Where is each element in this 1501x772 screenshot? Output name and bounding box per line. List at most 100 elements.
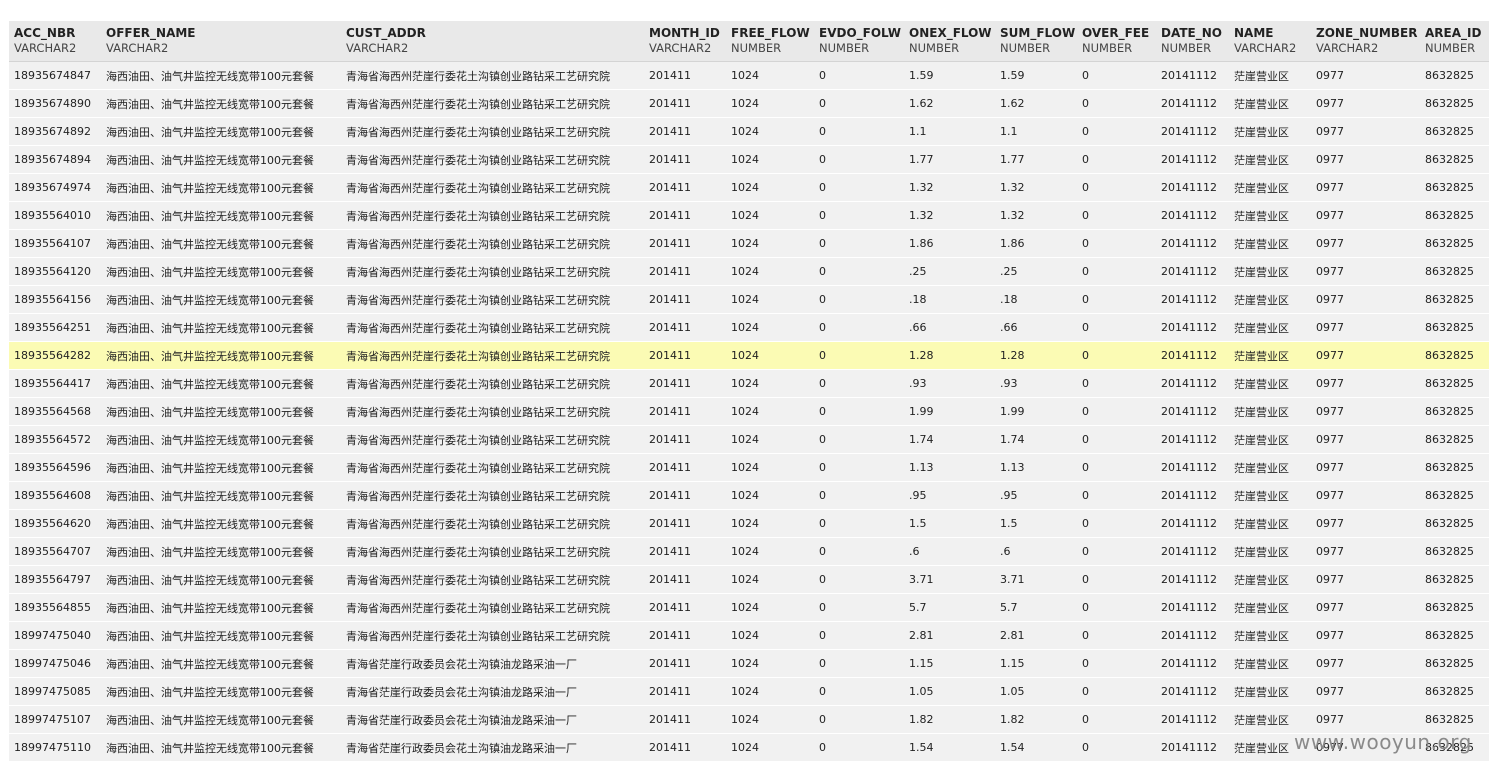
cell-evdo-folw[interactable]: 0 xyxy=(814,369,904,398)
cell-evdo-folw[interactable]: 0 xyxy=(814,229,904,258)
cell-free-flow[interactable]: 1024 xyxy=(726,285,814,314)
cell-cust-addr[interactable]: 青海省海西州茫崖行委花土沟镇创业路钻采工艺研究院 xyxy=(341,509,644,538)
cell-free-flow[interactable]: 1024 xyxy=(726,705,814,734)
cell-zone-number[interactable]: 0977 xyxy=(1311,229,1420,258)
cell-name[interactable]: 茫崖营业区 xyxy=(1229,481,1311,510)
cell-free-flow[interactable]: 1024 xyxy=(726,201,814,230)
cell-area-id[interactable]: 8632825 xyxy=(1420,117,1489,146)
cell-zone-number[interactable]: 0977 xyxy=(1311,173,1420,202)
cell-month-id[interactable]: 201411 xyxy=(644,201,726,230)
cell-name[interactable]: 茫崖营业区 xyxy=(1229,173,1311,202)
cell-offer-name[interactable]: 海西油田、油气井监控无线宽带100元套餐 xyxy=(101,509,341,538)
cell-sum-flow[interactable]: .6 xyxy=(995,537,1077,566)
cell-cust-addr[interactable]: 青海省海西州茫崖行委花土沟镇创业路钻采工艺研究院 xyxy=(341,425,644,454)
cell-area-id[interactable]: 8632825 xyxy=(1420,257,1489,286)
table-row[interactable]: 18935564797 海西油田、油气井监控无线宽带100元套餐 青海省海西州茫崖行… xyxy=(9,565,1489,594)
column-header-zone-number[interactable]: ZONE_NUMBER VARCHAR2 xyxy=(1311,21,1420,62)
cell-area-id[interactable]: 8632825 xyxy=(1420,201,1489,230)
cell-sum-flow[interactable]: 1.32 xyxy=(995,201,1077,230)
column-header-sum-flow[interactable]: SUM_FLOW NUMBER xyxy=(995,21,1077,62)
cell-sum-flow[interactable]: 1.82 xyxy=(995,705,1077,734)
cell-area-id[interactable]: 8632825 xyxy=(1420,145,1489,174)
cell-cust-addr[interactable]: 青海省海西州茫崖行委花土沟镇创业路钻采工艺研究院 xyxy=(341,173,644,202)
cell-area-id[interactable]: 8632825 xyxy=(1420,313,1489,342)
cell-zone-number[interactable]: 0977 xyxy=(1311,285,1420,314)
cell-free-flow[interactable]: 1024 xyxy=(726,313,814,342)
cell-area-id[interactable]: 8632825 xyxy=(1420,341,1489,370)
cell-cust-addr[interactable]: 青海省海西州茫崖行委花土沟镇创业路钻采工艺研究院 xyxy=(341,369,644,398)
cell-date-no[interactable]: 20141112 xyxy=(1156,61,1229,90)
cell-free-flow[interactable]: 1024 xyxy=(726,537,814,566)
cell-evdo-folw[interactable]: 0 xyxy=(814,61,904,90)
cell-offer-name[interactable]: 海西油田、油气井监控无线宽带100元套餐 xyxy=(101,285,341,314)
cell-zone-number[interactable]: 0977 xyxy=(1311,453,1420,482)
cell-acc-nbr[interactable]: 18935564572 xyxy=(9,425,101,454)
cell-evdo-folw[interactable]: 0 xyxy=(814,621,904,650)
cell-cust-addr[interactable]: 青海省茫崖行政委员会花土沟镇油龙路采油一厂 xyxy=(341,649,644,678)
cell-free-flow[interactable]: 1024 xyxy=(726,397,814,426)
cell-offer-name[interactable]: 海西油田、油气井监控无线宽带100元套餐 xyxy=(101,313,341,342)
cell-offer-name[interactable]: 海西油田、油气井监控无线宽带100元套餐 xyxy=(101,61,341,90)
cell-onex-flow[interactable]: 1.86 xyxy=(904,229,995,258)
cell-name[interactable]: 茫崖营业区 xyxy=(1229,369,1311,398)
column-header-area-id[interactable]: AREA_ID NUMBER xyxy=(1420,21,1489,62)
cell-onex-flow[interactable]: 1.99 xyxy=(904,397,995,426)
cell-cust-addr[interactable]: 青海省海西州茫崖行委花土沟镇创业路钻采工艺研究院 xyxy=(341,397,644,426)
cell-date-no[interactable]: 20141112 xyxy=(1156,313,1229,342)
cell-sum-flow[interactable]: 1.13 xyxy=(995,453,1077,482)
column-header-evdo-folw[interactable]: EVDO_FOLW NUMBER xyxy=(814,21,904,62)
cell-over-fee[interactable]: 0 xyxy=(1077,453,1156,482)
cell-free-flow[interactable]: 1024 xyxy=(726,229,814,258)
cell-date-no[interactable]: 20141112 xyxy=(1156,509,1229,538)
cell-sum-flow[interactable]: .18 xyxy=(995,285,1077,314)
cell-offer-name[interactable]: 海西油田、油气井监控无线宽带100元套餐 xyxy=(101,89,341,118)
cell-date-no[interactable]: 20141112 xyxy=(1156,285,1229,314)
cell-name[interactable]: 茫崖营业区 xyxy=(1229,341,1311,370)
cell-onex-flow[interactable]: 1.77 xyxy=(904,145,995,174)
cell-evdo-folw[interactable]: 0 xyxy=(814,677,904,706)
table-row[interactable]: 18935564417 海西油田、油气井监控无线宽带100元套餐 青海省海西州茫崖行… xyxy=(9,369,1489,398)
cell-date-no[interactable]: 20141112 xyxy=(1156,425,1229,454)
cell-date-no[interactable]: 20141112 xyxy=(1156,229,1229,258)
cell-zone-number[interactable]: 0977 xyxy=(1311,397,1420,426)
cell-area-id[interactable]: 8632825 xyxy=(1420,173,1489,202)
cell-date-no[interactable]: 20141112 xyxy=(1156,201,1229,230)
table-row[interactable]: 18935674847 海西油田、油气井监控无线宽带100元套餐 青海省海西州茫崖行… xyxy=(9,61,1489,90)
cell-free-flow[interactable]: 1024 xyxy=(726,565,814,594)
cell-over-fee[interactable]: 0 xyxy=(1077,341,1156,370)
cell-over-fee[interactable]: 0 xyxy=(1077,257,1156,286)
cell-zone-number[interactable]: 0977 xyxy=(1311,425,1420,454)
cell-offer-name[interactable]: 海西油田、油气井监控无线宽带100元套餐 xyxy=(101,341,341,370)
cell-sum-flow[interactable]: 1.99 xyxy=(995,397,1077,426)
cell-zone-number[interactable]: 0977 xyxy=(1311,89,1420,118)
cell-month-id[interactable]: 201411 xyxy=(644,565,726,594)
cell-area-id[interactable]: 8632825 xyxy=(1420,61,1489,90)
cell-over-fee[interactable]: 0 xyxy=(1077,649,1156,678)
cell-date-no[interactable]: 20141112 xyxy=(1156,397,1229,426)
cell-free-flow[interactable]: 1024 xyxy=(726,117,814,146)
cell-date-no[interactable]: 20141112 xyxy=(1156,537,1229,566)
cell-offer-name[interactable]: 海西油田、油气井监控无线宽带100元套餐 xyxy=(101,425,341,454)
cell-over-fee[interactable]: 0 xyxy=(1077,229,1156,258)
cell-name[interactable]: 茫崖营业区 xyxy=(1229,229,1311,258)
cell-sum-flow[interactable]: 1.62 xyxy=(995,89,1077,118)
cell-date-no[interactable]: 20141112 xyxy=(1156,621,1229,650)
cell-onex-flow[interactable]: 1.32 xyxy=(904,201,995,230)
cell-zone-number[interactable]: 0977 xyxy=(1311,313,1420,342)
cell-month-id[interactable]: 201411 xyxy=(644,89,726,118)
cell-offer-name[interactable]: 海西油田、油气井监控无线宽带100元套餐 xyxy=(101,201,341,230)
cell-area-id[interactable]: 8632825 xyxy=(1420,425,1489,454)
cell-area-id[interactable]: 8632825 xyxy=(1420,509,1489,538)
cell-cust-addr[interactable]: 青海省海西州茫崖行委花土沟镇创业路钻采工艺研究院 xyxy=(341,229,644,258)
cell-over-fee[interactable]: 0 xyxy=(1077,145,1156,174)
cell-evdo-folw[interactable]: 0 xyxy=(814,705,904,734)
cell-offer-name[interactable]: 海西油田、油气井监控无线宽带100元套餐 xyxy=(101,369,341,398)
cell-onex-flow[interactable]: 3.71 xyxy=(904,565,995,594)
cell-over-fee[interactable]: 0 xyxy=(1077,677,1156,706)
cell-offer-name[interactable]: 海西油田、油气井监控无线宽带100元套餐 xyxy=(101,677,341,706)
cell-evdo-folw[interactable]: 0 xyxy=(814,565,904,594)
cell-month-id[interactable]: 201411 xyxy=(644,621,726,650)
table-row[interactable]: 18935564010 海西油田、油气井监控无线宽带100元套餐 青海省海西州茫崖行… xyxy=(9,201,1489,230)
cell-acc-nbr[interactable]: 18935564568 xyxy=(9,397,101,426)
cell-cust-addr[interactable]: 青海省海西州茫崖行委花土沟镇创业路钻采工艺研究院 xyxy=(341,285,644,314)
